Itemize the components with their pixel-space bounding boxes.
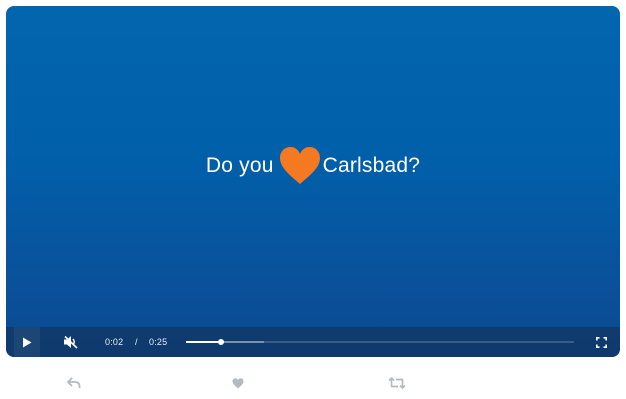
retweet-icon bbox=[388, 377, 406, 389]
heart-icon bbox=[232, 377, 244, 388]
reply-icon bbox=[67, 377, 81, 388]
retweet-button[interactable] bbox=[385, 372, 409, 394]
current-time: 0:02 bbox=[105, 337, 124, 347]
progress-played bbox=[186, 341, 221, 343]
title-text-after: Carlsbad? bbox=[322, 154, 421, 177]
time-separator: / bbox=[135, 337, 138, 347]
progress-bar[interactable] bbox=[186, 339, 574, 345]
title-text-before: Do you bbox=[205, 154, 274, 177]
play-icon bbox=[23, 337, 32, 347]
progress-scrubber[interactable] bbox=[217, 339, 224, 345]
play-button[interactable] bbox=[14, 327, 40, 357]
video-controls-bar: 0:02 / 0:25 bbox=[6, 327, 620, 357]
volume-muted-icon bbox=[64, 335, 78, 349]
fullscreen-icon bbox=[595, 336, 607, 348]
tweet-actions bbox=[0, 372, 626, 394]
fullscreen-button[interactable] bbox=[590, 327, 612, 357]
heart-icon bbox=[279, 147, 320, 184]
video-title-card: Do you Carlsbad? bbox=[6, 142, 620, 190]
reply-button[interactable] bbox=[64, 372, 84, 394]
video-player[interactable]: Do you Carlsbad? 0:02 / 0:25 bbox=[6, 6, 620, 357]
total-time: 0:25 bbox=[149, 337, 168, 347]
like-button[interactable] bbox=[228, 372, 248, 394]
mute-button[interactable] bbox=[58, 327, 84, 357]
